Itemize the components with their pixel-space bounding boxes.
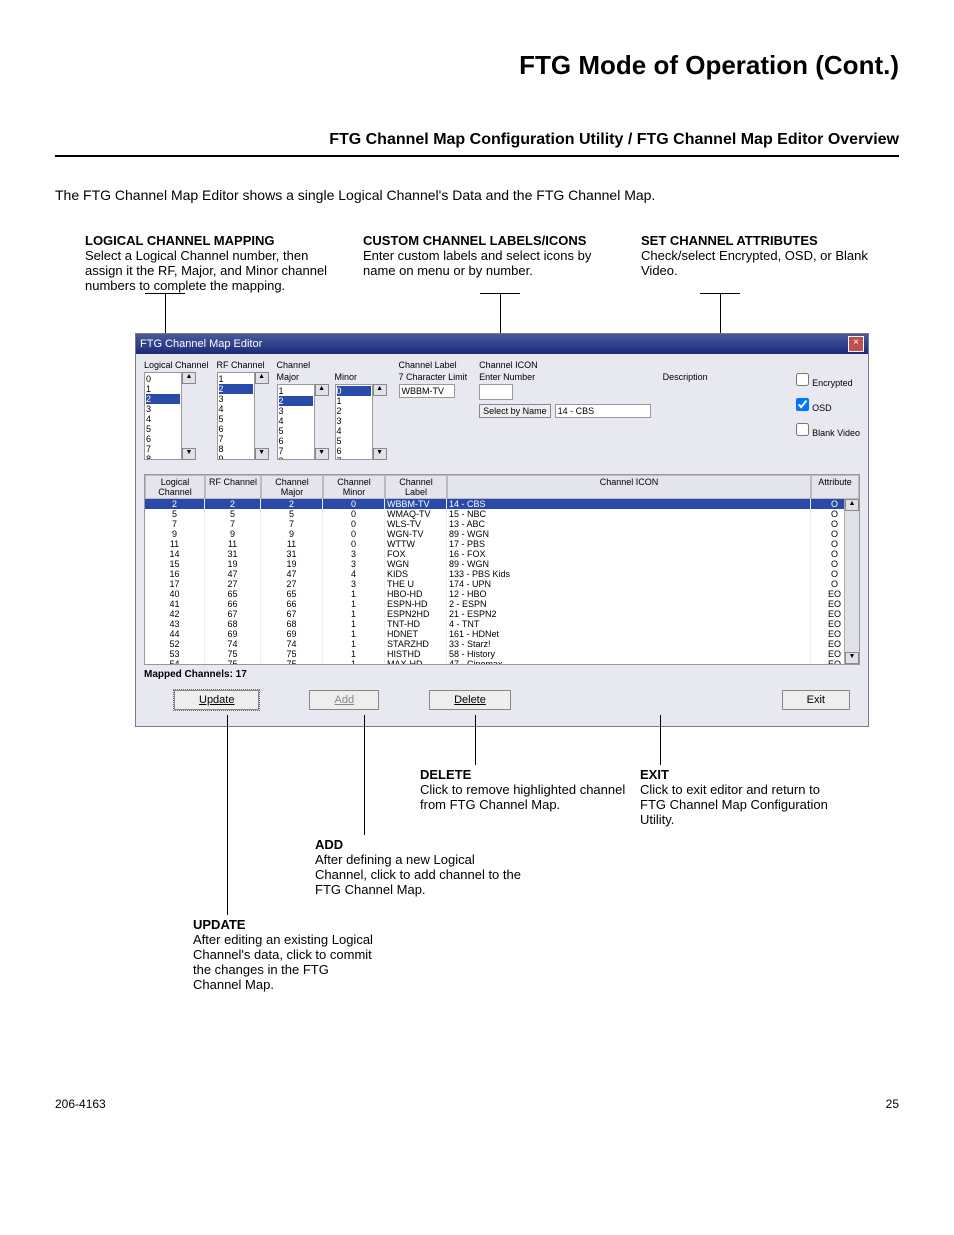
encrypted-checkbox[interactable]: Encrypted bbox=[792, 370, 860, 389]
table-row[interactable]: 1431313FOX16 - FOXO bbox=[145, 549, 859, 559]
divider bbox=[55, 155, 899, 157]
scrollbar[interactable]: ▲ ▼ bbox=[844, 499, 859, 664]
update-button[interactable]: Update bbox=[174, 690, 259, 710]
list-logical[interactable]: 0123456789 bbox=[144, 372, 182, 460]
callout-update: UPDATEAfter editing an existing Logical … bbox=[193, 917, 373, 992]
up-icon[interactable]: ▲ bbox=[182, 372, 196, 384]
close-icon[interactable]: × bbox=[848, 336, 864, 352]
down-icon[interactable]: ▼ bbox=[373, 448, 387, 460]
page-subtitle: FTG Channel Map Configuration Utility / … bbox=[55, 131, 899, 149]
table-row[interactable]: 4368681TNT-HD4 - TNTEO bbox=[145, 619, 859, 629]
callout-delete: DELETEClick to remove highlighted channe… bbox=[420, 767, 630, 812]
table-row[interactable]: 7770WLS-TV13 - ABCO bbox=[145, 519, 859, 529]
channel-grid: Logical ChannelRF ChannelChannel MajorCh… bbox=[144, 474, 860, 665]
table-row[interactable]: 1519193WGN89 - WGNO bbox=[145, 559, 859, 569]
intro-text: The FTG Channel Map Editor shows a singl… bbox=[55, 187, 899, 203]
up-icon[interactable]: ▲ bbox=[845, 499, 859, 511]
select-by-name-button[interactable]: Select by Name bbox=[479, 404, 551, 418]
table-row[interactable]: 4469691HDNET161 - HDNetEO bbox=[145, 629, 859, 639]
callout-setattr: SET CHANNEL ATTRIBUTES Check/select Encr… bbox=[641, 233, 899, 293]
delete-button[interactable]: Delete bbox=[429, 690, 511, 710]
callout-exit: EXITClick to exit editor and return to F… bbox=[640, 767, 840, 827]
add-button[interactable]: Add bbox=[309, 690, 379, 710]
table-row[interactable]: 5550WMAQ-TV15 - NBCO bbox=[145, 509, 859, 519]
label-icon: Channel ICON bbox=[479, 360, 538, 370]
page-title: FTG Mode of Operation (Cont.) bbox=[55, 50, 899, 81]
down-icon[interactable]: ▼ bbox=[845, 652, 859, 664]
up-icon[interactable]: ▲ bbox=[255, 372, 269, 384]
table-row[interactable]: 4267671ESPN2HD21 - ESPN2EO bbox=[145, 609, 859, 619]
blank-checkbox[interactable]: Blank Video bbox=[792, 420, 860, 439]
callout-custom: CUSTOM CHANNEL LABELS/ICONS Enter custom… bbox=[363, 233, 621, 293]
callout-logical: LOGICAL CHANNEL MAPPING Select a Logical… bbox=[85, 233, 343, 293]
table-row[interactable]: 2220WBBM-TV14 - CBSO bbox=[145, 499, 859, 509]
list-rf[interactable]: 12345678910 bbox=[217, 372, 255, 460]
exit-button[interactable]: Exit bbox=[782, 690, 850, 710]
table-row[interactable]: 4166661ESPN-HD2 - ESPNEO bbox=[145, 599, 859, 609]
table-row[interactable]: 4065651HBO-HD12 - HBOEO bbox=[145, 589, 859, 599]
footer-left: 206-4163 bbox=[55, 1097, 106, 1111]
callout-add: ADDAfter defining a new Logical Channel,… bbox=[315, 837, 525, 897]
label-clabel: Channel Label bbox=[399, 360, 457, 370]
label-rf: RF Channel bbox=[217, 360, 265, 370]
mapped-count: Mapped Channels: 17 bbox=[144, 669, 860, 680]
osd-checkbox[interactable]: OSD bbox=[792, 395, 860, 414]
footer-right: 25 bbox=[886, 1097, 899, 1111]
down-icon[interactable]: ▼ bbox=[182, 448, 196, 460]
down-icon[interactable]: ▼ bbox=[315, 448, 329, 460]
up-icon[interactable]: ▲ bbox=[315, 384, 329, 396]
editor-window: FTG Channel Map Editor × Logical Channel… bbox=[135, 333, 869, 727]
table-row[interactable]: 1111110WTTW17 - PBSO bbox=[145, 539, 859, 549]
table-row[interactable]: 9990WGN-TV89 - WGNO bbox=[145, 529, 859, 539]
table-row[interactable]: 1727273THE U174 - UPNO bbox=[145, 579, 859, 589]
table-row[interactable]: 5475751MAX-HD47 - CinemaxEO bbox=[145, 659, 859, 664]
window-title: FTG Channel Map Editor bbox=[140, 338, 262, 350]
table-row[interactable]: 1647474KIDS133 - PBS KidsO bbox=[145, 569, 859, 579]
channel-label-input[interactable]: WBBM-TV bbox=[399, 384, 455, 398]
table-row[interactable]: 5274741STARZHD33 - Starz!EO bbox=[145, 639, 859, 649]
label-channel: Channel bbox=[277, 360, 311, 370]
list-minor[interactable]: 012345678 bbox=[335, 384, 373, 460]
icon-desc-input[interactable]: 14 - CBS bbox=[555, 404, 651, 418]
list-major[interactable]: 123456789 bbox=[277, 384, 315, 460]
label-logical: Logical Channel bbox=[144, 360, 209, 370]
up-icon[interactable]: ▲ bbox=[373, 384, 387, 396]
down-icon[interactable]: ▼ bbox=[255, 448, 269, 460]
table-row[interactable]: 5375751HISTHD58 - HistoryEO bbox=[145, 649, 859, 659]
icon-number-input[interactable] bbox=[479, 384, 513, 400]
